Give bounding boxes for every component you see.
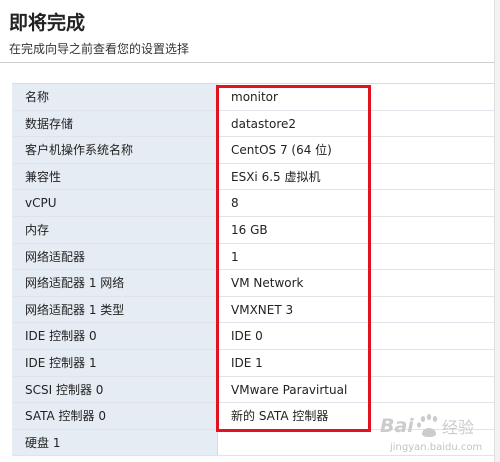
row-value: VM Network (218, 270, 500, 296)
table-row: 硬盘 1 (12, 429, 500, 457)
row-value (218, 429, 500, 456)
table-row: 兼容性 ESXi 6.5 虚拟机 (12, 163, 500, 191)
row-value: ESXi 6.5 虚拟机 (218, 163, 500, 190)
table-row: SCSI 控制器 0 VMware Paravirtual (12, 376, 500, 404)
row-label: 名称 (12, 84, 218, 110)
table-row: 客户机操作系统名称 CentOS 7 (64 位) (12, 137, 500, 164)
table-row: 名称 monitor (12, 84, 500, 111)
row-value: 1 (218, 243, 500, 270)
row-label: vCPU (12, 190, 218, 216)
row-value: 新的 SATA 控制器 (218, 403, 500, 429)
row-value: VMXNET 3 (218, 296, 500, 323)
table-row: SATA 控制器 0 新的 SATA 控制器 (12, 403, 500, 430)
wizard-header: 即将完成 在完成向导之前查看您的设置选择 (0, 0, 500, 63)
row-label: 兼容性 (12, 163, 218, 190)
row-label: 网络适配器 1 类型 (12, 296, 218, 323)
row-label: IDE 控制器 0 (12, 323, 218, 349)
settings-summary-table: 名称 monitor 数据存储 datastore2 客户机操作系统名称 Cen… (12, 83, 500, 457)
row-label: SATA 控制器 0 (12, 403, 218, 429)
page-title: 即将完成 (9, 12, 86, 34)
row-value: IDE 0 (218, 323, 500, 349)
table-row: 数据存储 datastore2 (12, 110, 500, 138)
wizard-ready-to-complete-page: 即将完成 在完成向导之前查看您的设置选择 名称 monitor 数据存储 dat… (0, 0, 500, 462)
row-value: 8 (218, 190, 500, 216)
row-label: 内存 (12, 216, 218, 243)
table-row: 网络适配器 1 类型 VMXNET 3 (12, 296, 500, 324)
row-label: 数据存储 (12, 110, 218, 137)
row-value: datastore2 (218, 110, 500, 137)
row-value: CentOS 7 (64 位) (218, 137, 500, 163)
row-label: 网络适配器 1 网络 (12, 270, 218, 296)
table-row: 网络适配器 1 网络 VM Network (12, 270, 500, 297)
scrollbar[interactable] (494, 0, 500, 462)
row-label: IDE 控制器 1 (12, 349, 218, 376)
row-label: 网络适配器 (12, 243, 218, 270)
row-value: IDE 1 (218, 349, 500, 376)
row-value: 16 GB (218, 216, 500, 243)
row-label: SCSI 控制器 0 (12, 376, 218, 403)
row-value: VMware Paravirtual (218, 376, 500, 403)
row-label: 硬盘 1 (12, 429, 218, 456)
table-row: 网络适配器 1 (12, 243, 500, 271)
table-row: 内存 16 GB (12, 216, 500, 244)
page-subtitle: 在完成向导之前查看您的设置选择 (9, 42, 190, 56)
table-row: vCPU 8 (12, 190, 500, 217)
table-row: IDE 控制器 0 IDE 0 (12, 323, 500, 350)
row-value: monitor (218, 84, 500, 110)
row-label: 客户机操作系统名称 (12, 137, 218, 163)
table-row: IDE 控制器 1 IDE 1 (12, 349, 500, 377)
